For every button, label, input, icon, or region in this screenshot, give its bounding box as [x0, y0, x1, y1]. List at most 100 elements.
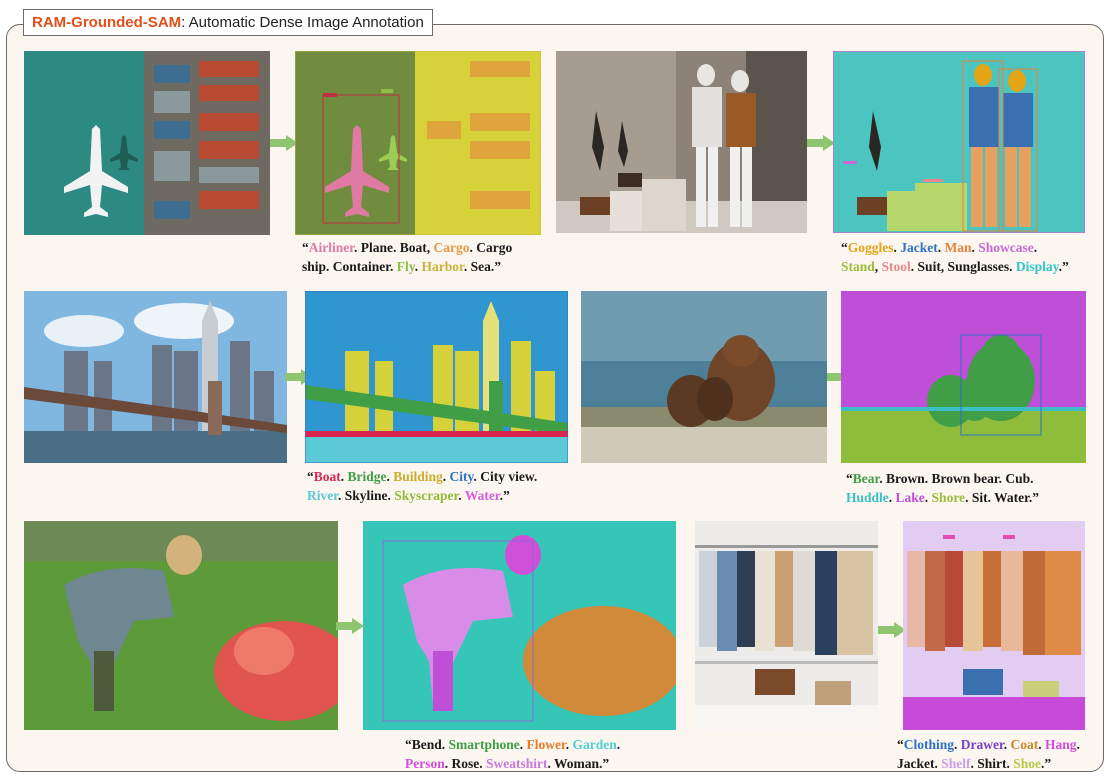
caption-quote: .”: [1058, 259, 1069, 274]
caption-text: . Rose.: [444, 756, 486, 771]
caption-tag: Bridge: [347, 469, 387, 484]
caption-tag: Skyscraper: [394, 488, 459, 503]
caption-text: Jacket.: [897, 756, 942, 771]
caption-text: Bend: [411, 737, 442, 752]
arrow-icon: [878, 622, 906, 638]
caption-tag: Lake: [895, 490, 925, 505]
caption-tag: Coat: [1010, 737, 1039, 752]
garden-photo: [24, 521, 338, 730]
garden-annotated: [363, 521, 676, 730]
airport-photo: [24, 51, 270, 235]
caption-tag: Harbor: [421, 259, 464, 274]
caption-tag: Bear: [852, 471, 880, 486]
caption-text: . Suit, Sunglasses.: [910, 259, 1016, 274]
caption-text: ,: [874, 259, 882, 274]
caption-quote: “: [841, 240, 848, 255]
caption-text: . Woman: [547, 756, 600, 771]
caption-text: .: [937, 240, 945, 255]
caption-tag: Flower: [526, 737, 566, 752]
caption-quote: “: [405, 737, 412, 752]
airport-annotated: [295, 51, 541, 235]
caption-text: . Shirt.: [970, 756, 1014, 771]
caption-text: . City view.: [473, 469, 538, 484]
city-photo: [24, 291, 287, 463]
caption-quote: “: [846, 471, 853, 486]
caption-text: .: [442, 469, 450, 484]
caption-tag: Stool: [881, 259, 911, 274]
caption-tag: Jacket: [900, 240, 938, 255]
caption-3: “Boat. Bridge. Building. City. City view…: [307, 467, 537, 505]
arrow-icon: [336, 618, 364, 634]
caption-tag: Stand: [841, 259, 875, 274]
caption-tag: Display: [1015, 259, 1059, 274]
caption-tag: Water: [464, 488, 500, 503]
caption-text: .: [565, 737, 573, 752]
caption-quote: “: [897, 737, 904, 752]
bear-annotated: [841, 291, 1086, 463]
caption-text: .: [414, 259, 422, 274]
title-text: : Automatic Dense Image Annotation: [181, 14, 424, 31]
caption-text: ship. Container.: [302, 259, 397, 274]
caption-quote: .”: [599, 756, 610, 771]
caption-4: “Bear. Brown. Brown bear. Cub. Huddle. La…: [846, 469, 1039, 507]
caption-text: . Skyline.: [338, 488, 395, 503]
caption-text: .: [340, 469, 348, 484]
caption-tag: Hang: [1045, 737, 1077, 752]
caption-text: .: [888, 490, 896, 505]
closet-annotated: [903, 521, 1085, 730]
caption-tag: Sweatshirt: [486, 756, 548, 771]
caption-1: “Airliner. Plane. Boat, Cargo. Cargo ship…: [302, 238, 512, 276]
caption-tag: Drawer: [960, 737, 1004, 752]
caption-tag: Airliner: [308, 240, 354, 255]
caption-tag: Building: [393, 469, 443, 484]
caption-text: .: [1076, 737, 1080, 752]
caption-2: “Goggles. Jacket. Man. Showcase. Stand, S…: [841, 238, 1069, 276]
caption-quote: “: [302, 240, 309, 255]
figure-title: RAM-Grounded-SAM : Automatic Dense Image…: [23, 9, 433, 36]
caption-tag: Fly: [396, 259, 415, 274]
caption-6: “Clothing. Drawer. Coat. Hang. Jacket. Sh…: [897, 735, 1080, 773]
caption-tag: Shoe: [1013, 756, 1042, 771]
caption-tag: Showcase: [978, 240, 1034, 255]
caption-text: .: [954, 737, 961, 752]
caption-tag: Smartphone: [448, 737, 520, 752]
caption-text: .: [519, 737, 527, 752]
caption-tag: Boat: [313, 469, 341, 484]
arrow-icon: [270, 135, 298, 151]
caption-quote: .”: [490, 259, 501, 274]
caption-5: “Bend. Smartphone. Flower. Garden. Person…: [405, 735, 620, 773]
caption-text: . Cargo: [469, 240, 513, 255]
caption-text: . Plane. Boat,: [354, 240, 434, 255]
caption-tag: City: [449, 469, 474, 484]
caption-quote: “: [307, 469, 314, 484]
caption-tag: Person: [405, 756, 445, 771]
caption-tag: Shelf: [941, 756, 971, 771]
caption-tag: Cargo: [433, 240, 470, 255]
caption-tag: Clothing: [903, 737, 955, 752]
closet-photo: [695, 521, 878, 730]
caption-tag: Huddle: [846, 490, 889, 505]
caption-text: . Sea: [463, 259, 491, 274]
caption-text: .: [441, 737, 449, 752]
caption-tag: Goggles: [847, 240, 894, 255]
caption-text: . Sit. Water: [965, 490, 1029, 505]
showcase-annotated: [833, 51, 1085, 233]
title-brand: RAM-Grounded-SAM: [32, 14, 182, 31]
caption-quote: .”: [1028, 490, 1039, 505]
city-annotated: [305, 291, 568, 463]
caption-tag: Garden: [572, 737, 617, 752]
caption-text: .: [616, 737, 621, 752]
bear-photo: [581, 291, 827, 463]
caption-text: .: [1038, 737, 1046, 752]
caption-tag: River: [307, 488, 338, 503]
caption-tag: Man: [944, 240, 972, 255]
caption-tag: Shore: [931, 490, 966, 505]
caption-text: . Brown. Brown bear. Cub.: [879, 471, 1034, 486]
caption-quote: .”: [499, 488, 510, 503]
caption-quote: .”: [1041, 756, 1052, 771]
caption-text: .: [1033, 240, 1038, 255]
arrow-icon: [807, 135, 835, 151]
caption-text: .: [1003, 737, 1011, 752]
showcase-photo: [556, 51, 807, 233]
caption-text: .: [924, 490, 932, 505]
